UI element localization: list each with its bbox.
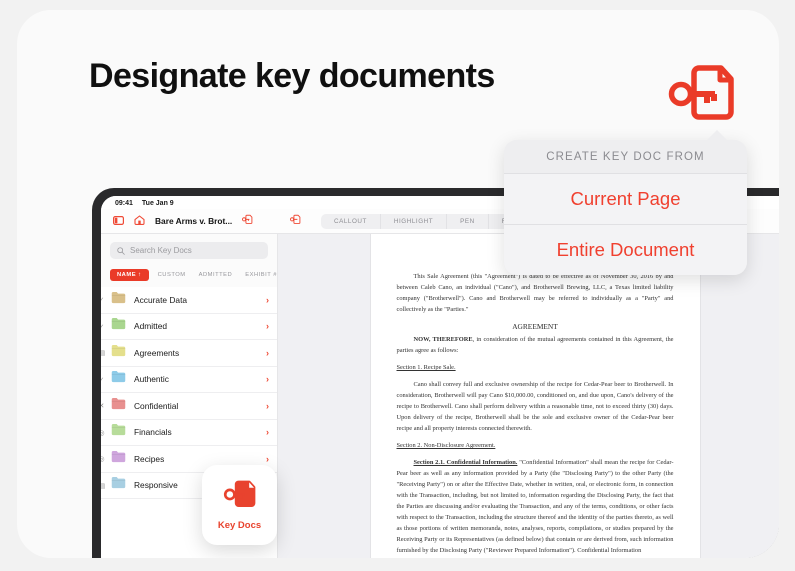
folder-icon (111, 370, 126, 388)
chevron-right-icon[interactable]: › (266, 427, 269, 437)
folder-status-glyph: ✕ (101, 403, 105, 411)
popover-title: CREATE KEY DOC FROM (504, 140, 747, 173)
folder-name: Accurate Data (134, 294, 188, 305)
folder-name: Agreements (134, 347, 180, 358)
folder-name: Financials (134, 427, 172, 438)
chevron-right-icon[interactable]: › (266, 321, 269, 331)
search-placeholder: Search Key Docs (130, 246, 192, 255)
folder-row[interactable]: ◎ Financials › (101, 420, 277, 446)
folder-status-glyph: ✓ (101, 376, 105, 384)
filter-exhibit[interactable]: EXHIBIT # (241, 269, 281, 281)
folder-name: Admitted (134, 321, 168, 332)
folder-icon (111, 450, 126, 468)
toolbar-left-group: Bare Arms v. Brot... (101, 212, 278, 230)
key-document-icon[interactable] (242, 212, 253, 230)
doc-paragraph-4: Section 2.1. Confidential Information. "… (397, 457, 674, 556)
chevron-right-icon[interactable]: › (266, 348, 269, 358)
folder-row[interactable]: ✓ Admitted › (101, 314, 277, 340)
key-docs-label: Key Docs (217, 520, 262, 531)
document-page: AGREEMENT This Sale Agreement (this "Agr… (369, 234, 701, 558)
doc-paragraph-2: NOW, THEREFORE, in consideration of the … (397, 334, 674, 356)
folder-icon (111, 317, 126, 335)
folder-status-glyph: ✓ (101, 323, 105, 331)
folder-row[interactable]: ▤ Agreements › (101, 340, 277, 367)
folder-status-glyph: ◎ (101, 429, 105, 437)
filter-admitted[interactable]: ADMITTED (195, 269, 237, 281)
folder-icon (111, 291, 126, 309)
folder-name: Recipes (134, 453, 165, 464)
sort-filter-row: NAME ↑ CUSTOM ADMITTED EXHIBIT # (101, 266, 277, 287)
folder-name: Authentic (134, 374, 169, 385)
doc-para4-rest: "Confidential Information" shall mean th… (396, 459, 674, 555)
tool-callout[interactable]: CALLOUT (321, 213, 381, 229)
folder-row[interactable]: ✕ Confidential › (101, 393, 277, 420)
status-date: Tue Jan 9 (141, 200, 174, 207)
chevron-right-icon[interactable]: › (266, 401, 269, 411)
document-title: Bare Arms v. Brot... (155, 216, 233, 226)
doc-paragraph-1: This Sale Agreement (this "Agreement") i… (396, 273, 674, 314)
search-icon (117, 242, 125, 260)
folder-status-glyph: ▤ (101, 350, 106, 358)
doc-section-1: Section 1. Recipe Sale. (396, 364, 456, 372)
popover-item-current-page[interactable]: Current Page (504, 173, 747, 224)
folder-status-glyph: ◎ (101, 456, 105, 464)
create-key-doc-popover: CREATE KEY DOC FROM Current Page Entire … (504, 140, 747, 275)
folder-status-glyph: ▤ (101, 482, 106, 490)
key-document-outline-icon[interactable] (289, 212, 301, 230)
search-input[interactable]: Search Key Docs (110, 242, 268, 259)
folder-icon (111, 476, 126, 494)
popover-arrow (706, 130, 728, 141)
search-wrapper: Search Key Docs (101, 234, 277, 266)
folder-row[interactable]: ✓ Authentic › (101, 367, 277, 393)
doc-heading-agreement-2: AGREEMENT (512, 322, 558, 332)
folder-icon (111, 423, 126, 441)
sidebar-toggle-icon[interactable] (113, 212, 125, 230)
folder-icon (111, 397, 126, 415)
popover-item-entire-document[interactable]: Entire Document (504, 224, 747, 275)
folder-name: Confidential (134, 400, 179, 411)
key-document-icon (667, 62, 737, 124)
status-time: 09:41 (115, 200, 133, 207)
key-document-icon (223, 479, 257, 514)
tool-pen[interactable]: PEN (447, 213, 489, 229)
document-viewer[interactable]: AGREEMENT This Sale Agreement (this "Agr… (278, 234, 779, 558)
doc-para2-lead: NOW, THEREFORE (413, 336, 473, 344)
doc-paragraph-3: Cano shall convey full and exclusive own… (396, 381, 674, 433)
doc-para4-lead: Section 2.1. Confidential Information. (413, 459, 518, 467)
key-docs-card[interactable]: Key Docs (202, 465, 277, 545)
chevron-right-icon[interactable]: › (266, 454, 269, 464)
chevron-right-icon[interactable]: › (266, 374, 269, 384)
filter-custom[interactable]: CUSTOM (154, 269, 190, 281)
chevron-right-icon[interactable]: › (266, 295, 269, 305)
folder-status-glyph: ✓ (101, 297, 105, 305)
filter-name[interactable]: NAME ↑ (110, 269, 149, 281)
tool-highlight[interactable]: HIGHLIGHT (381, 213, 448, 229)
promo-card: Designate key documents 09:41 Tue Jan 9 (17, 10, 779, 558)
folder-row[interactable]: ✓ Accurate Data › (101, 287, 277, 314)
home-icon[interactable] (134, 212, 145, 230)
folder-icon (111, 344, 126, 362)
doc-section-2: Section 2. Non-Disclosure Agreement. (396, 442, 496, 450)
page-title: Designate key documents (89, 57, 495, 95)
